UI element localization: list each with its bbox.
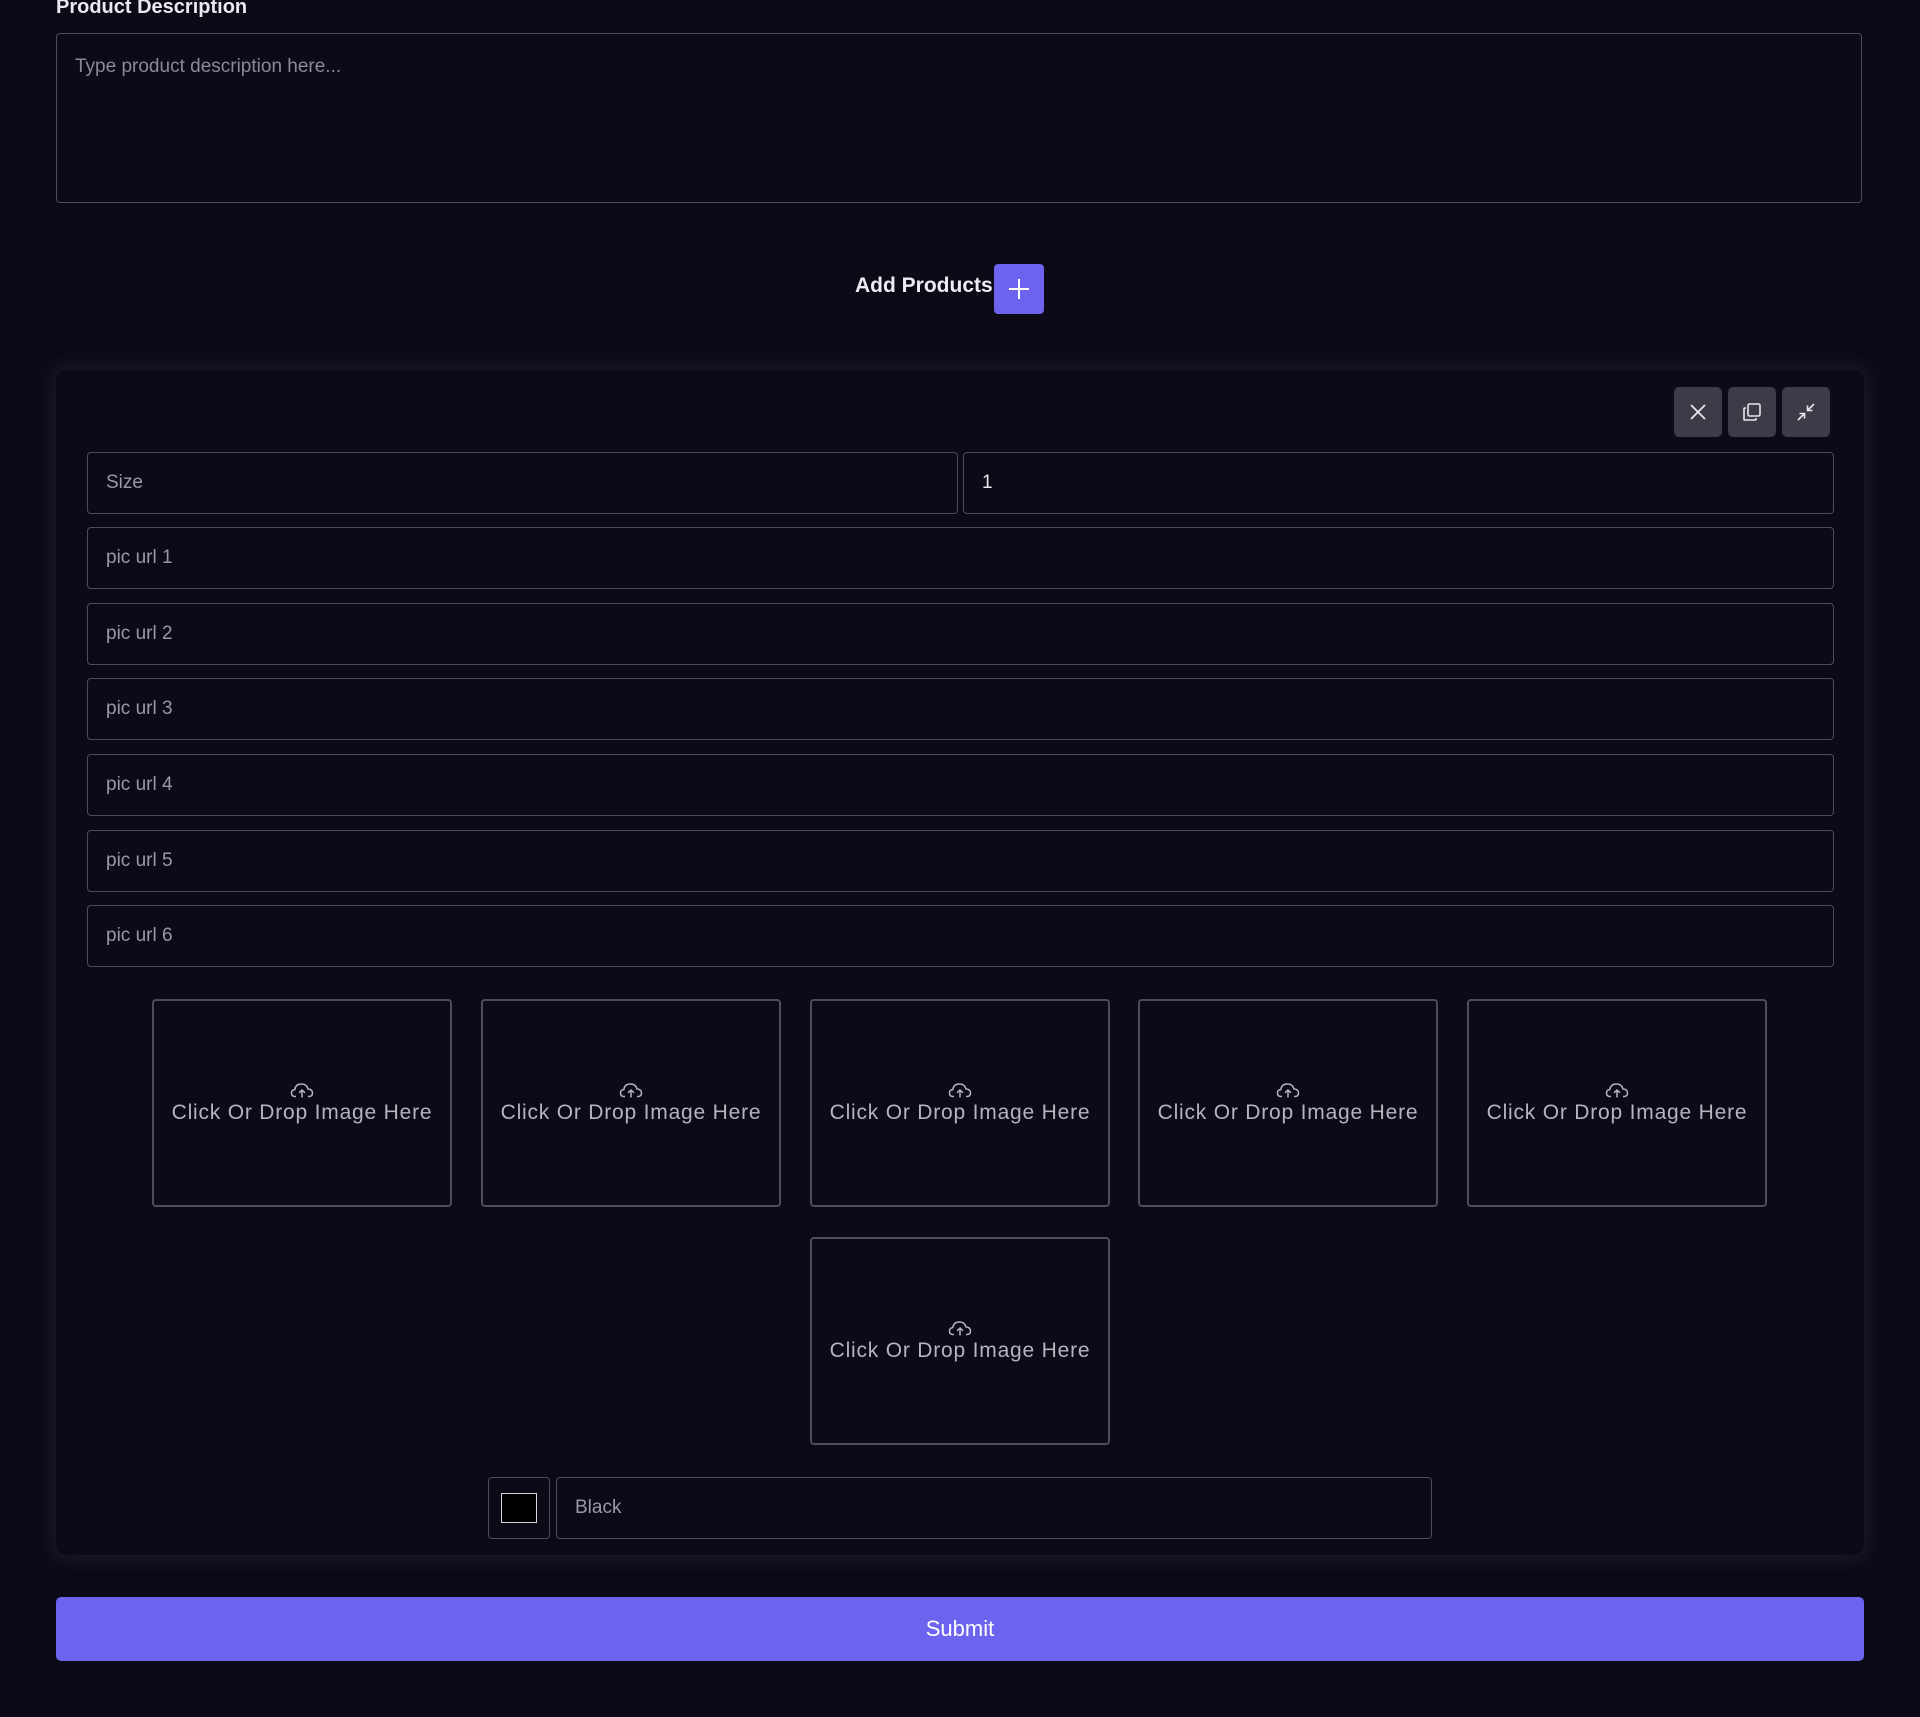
image-dropzone-4[interactable]: Click Or Drop Image Here xyxy=(1138,999,1438,1207)
size-input[interactable] xyxy=(88,453,957,513)
pic-url-4-input[interactable] xyxy=(88,755,1833,815)
remove-variant-button[interactable] xyxy=(1674,387,1722,437)
pic-url-2-input[interactable] xyxy=(88,604,1833,664)
product-description-textarea[interactable] xyxy=(57,34,1861,202)
pic-url-1-field[interactable] xyxy=(87,527,1834,589)
image-dropzone-6[interactable]: Click Or Drop Image Here xyxy=(810,1237,1110,1445)
image-dropzone-3[interactable]: Click Or Drop Image Here xyxy=(810,999,1110,1207)
pic-url-2-field[interactable] xyxy=(87,603,1834,665)
quantity-field[interactable] xyxy=(963,452,1834,514)
color-picker-button[interactable] xyxy=(488,1477,550,1539)
cloud-upload-icon xyxy=(1276,1083,1300,1098)
image-dropzone-2[interactable]: Click Or Drop Image Here xyxy=(481,999,781,1207)
submit-button[interactable]: Submit xyxy=(56,1597,1864,1661)
image-dropzone-1[interactable]: Click Or Drop Image Here xyxy=(152,999,452,1207)
add-product-button[interactable] xyxy=(994,264,1044,314)
product-variant-card: Click Or Drop Image Here Click Or Drop I… xyxy=(56,370,1864,1555)
cloud-upload-icon xyxy=(948,1321,972,1336)
dropzone-text: Click Or Drop Image Here xyxy=(171,1101,433,1124)
product-description-label: Product Description xyxy=(56,0,248,18)
dropzone-text: Click Or Drop Image Here xyxy=(829,1101,1091,1124)
pic-url-6-input[interactable] xyxy=(88,906,1833,966)
minimize-icon xyxy=(1797,403,1815,421)
dropzone-text: Click Or Drop Image Here xyxy=(829,1339,1091,1362)
color-swatch xyxy=(501,1493,537,1523)
size-field[interactable] xyxy=(87,452,958,514)
cloud-upload-icon xyxy=(948,1083,972,1098)
pic-url-1-input[interactable] xyxy=(88,528,1833,588)
cloud-upload-icon xyxy=(290,1083,314,1098)
duplicate-variant-button[interactable] xyxy=(1728,387,1776,437)
quantity-input[interactable] xyxy=(964,453,1833,513)
add-products-label: Add Products xyxy=(855,274,993,297)
dropzone-text: Click Or Drop Image Here xyxy=(1486,1101,1748,1124)
pic-url-5-input[interactable] xyxy=(88,831,1833,891)
pic-url-4-field[interactable] xyxy=(87,754,1834,816)
color-name-input[interactable] xyxy=(557,1478,1431,1538)
dropzone-text: Click Or Drop Image Here xyxy=(1157,1101,1419,1124)
cloud-upload-icon xyxy=(1605,1083,1629,1098)
pic-url-6-field[interactable] xyxy=(87,905,1834,967)
product-form-page: Product Description Add Products xyxy=(0,0,1920,1717)
collapse-variant-button[interactable] xyxy=(1782,387,1830,437)
pic-url-3-field[interactable] xyxy=(87,678,1834,740)
dropzone-text: Click Or Drop Image Here xyxy=(500,1101,762,1124)
pic-url-5-field[interactable] xyxy=(87,830,1834,892)
cloud-upload-icon xyxy=(619,1083,643,1098)
pic-url-3-input[interactable] xyxy=(88,679,1833,739)
plus-icon xyxy=(1009,279,1029,299)
image-dropzone-5[interactable]: Click Or Drop Image Here xyxy=(1467,999,1767,1207)
product-description-field[interactable] xyxy=(56,33,1862,203)
close-icon xyxy=(1690,404,1706,420)
color-name-field[interactable] xyxy=(556,1477,1432,1539)
copy-icon xyxy=(1743,403,1761,421)
card-action-buttons xyxy=(1674,387,1830,437)
